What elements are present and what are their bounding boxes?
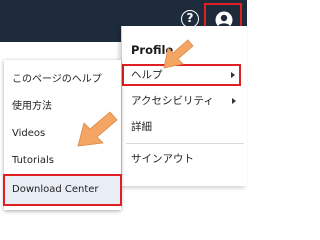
help-item-page-help[interactable]: このページのヘルプ [4,69,121,91]
profile-item-label: ヘルプ [131,69,163,81]
profile-item-details[interactable]: 詳細 [122,116,248,138]
help-item-download-center[interactable]: Download Center [3,174,122,206]
submenu-arrow-icon [231,72,235,78]
profile-item-label: サインアウト [131,153,194,165]
pointer-arrow-icon [77,111,118,147]
profile-item-label: 詳細 [131,121,152,133]
pointer-arrow-icon [163,39,194,69]
help-item-tutorials[interactable]: Tutorials [4,150,121,172]
screenshot-stage: ? Profile ヘルプ アクセシビリティ 詳細 サインアウト このページのヘ… [0,0,247,212]
submenu-arrow-icon [232,98,236,104]
menu-divider [126,143,244,144]
profile-item-signout[interactable]: サインアウト [122,148,248,170]
profile-item-label: アクセシビリティ [131,95,214,107]
profile-item-accessibility[interactable]: アクセシビリティ [122,90,248,112]
page-content-band [0,42,121,54]
